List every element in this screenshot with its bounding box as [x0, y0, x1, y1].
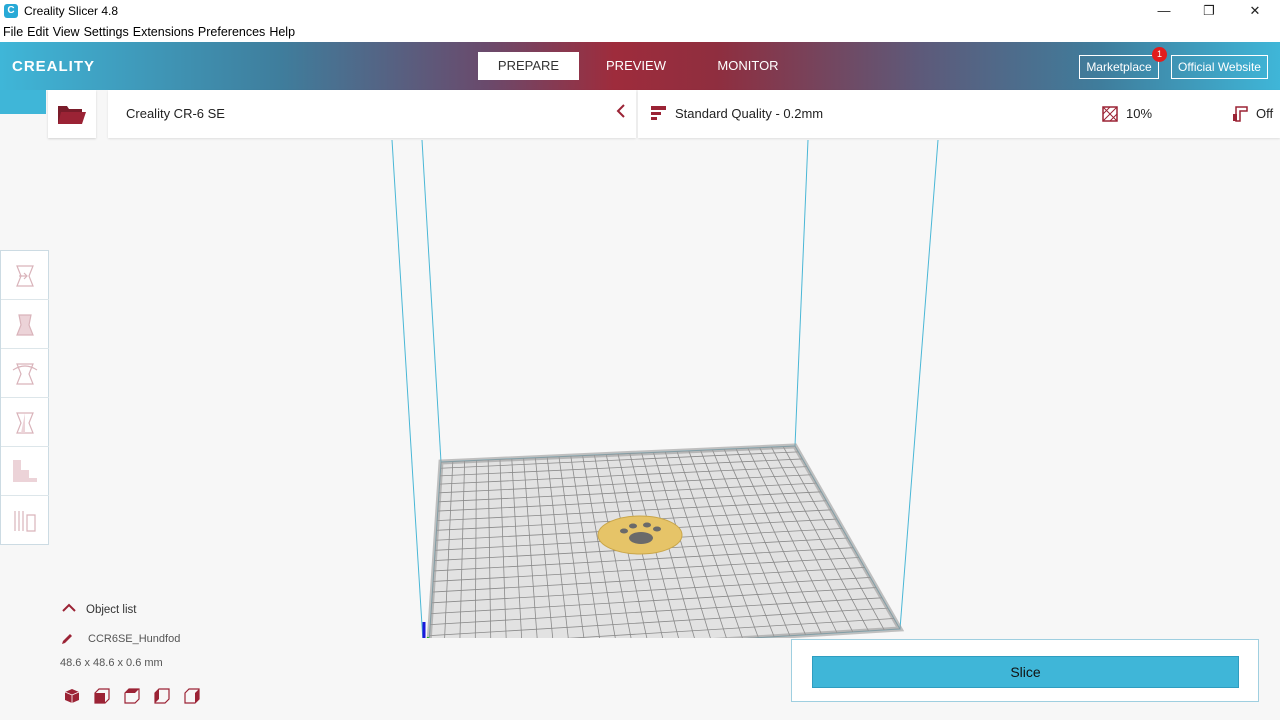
view-right-icon[interactable]	[184, 688, 200, 704]
infill-value: 10%	[1126, 106, 1153, 121]
creality-logo: CREALITY	[12, 58, 95, 75]
object-dimensions: 48.6 x 48.6 x 0.6 mm	[60, 657, 163, 669]
slice-button[interactable]: Slice	[812, 656, 1239, 688]
view-3d-icon[interactable]	[64, 688, 80, 704]
pencil-icon	[60, 632, 74, 649]
build-plate-viewport[interactable]	[0, 138, 1280, 638]
menu-extensions[interactable]: Extensions	[133, 25, 194, 39]
close-button[interactable]: ✕	[1232, 0, 1278, 22]
open-file-button[interactable]	[48, 90, 96, 138]
window-title: Creality Slicer 4.8	[24, 4, 119, 18]
marketplace-badge: 1	[1152, 47, 1167, 62]
support-icon	[1233, 106, 1248, 122]
title-bar: C Creality Slicer 4.8 — ❐ ✕	[0, 0, 1280, 22]
view-buttons	[64, 688, 224, 706]
maximize-button[interactable]: ❐	[1186, 0, 1232, 22]
view-front-icon[interactable]	[94, 688, 110, 704]
menu-help[interactable]: Help	[269, 25, 295, 39]
tab-monitor[interactable]: MONITOR	[706, 52, 790, 80]
tab-preview[interactable]: PREVIEW	[596, 52, 676, 80]
folder-open-icon	[58, 106, 86, 124]
view-left-icon[interactable]	[154, 688, 170, 704]
menu-preferences[interactable]: Preferences	[198, 25, 265, 39]
app-icon: C	[4, 4, 18, 18]
quality-label: Standard Quality - 0.2mm	[675, 106, 824, 121]
print-settings-panel[interactable]: Standard Quality - 0.2mm 10% Off	[638, 90, 1280, 138]
official-website-button[interactable]: Official Website	[1171, 55, 1268, 79]
menu-settings[interactable]: Settings	[84, 25, 129, 39]
printer-selector[interactable]: Creality CR-6 SE	[108, 90, 636, 138]
view-top-icon[interactable]	[124, 688, 140, 704]
support-value: Off	[1256, 106, 1274, 121]
infill-icon	[1102, 106, 1118, 122]
menu-bar: File Edit View Settings Extensions Preference…	[0, 22, 1280, 42]
slice-panel: Slice	[791, 639, 1259, 702]
menu-view[interactable]: View	[53, 25, 80, 39]
object-list-label[interactable]: Object list	[86, 604, 137, 616]
marketplace-button[interactable]: Marketplace	[1079, 55, 1159, 79]
printer-name: Creality CR-6 SE	[126, 106, 225, 121]
menu-file[interactable]: File	[3, 25, 23, 39]
chevron-up-icon[interactable]	[62, 603, 76, 617]
tab-prepare[interactable]: PREPARE	[478, 52, 579, 80]
header-extension	[0, 90, 46, 114]
chevron-left-icon[interactable]	[616, 104, 626, 123]
header-bar: CREALITY PREPARE PREVIEW MONITOR Marketp…	[0, 42, 1280, 90]
minimize-button[interactable]: —	[1141, 0, 1187, 22]
menu-edit[interactable]: Edit	[27, 25, 49, 39]
object-name[interactable]: CCR6SE_Hundfod	[88, 633, 180, 645]
quality-icon	[651, 106, 666, 120]
